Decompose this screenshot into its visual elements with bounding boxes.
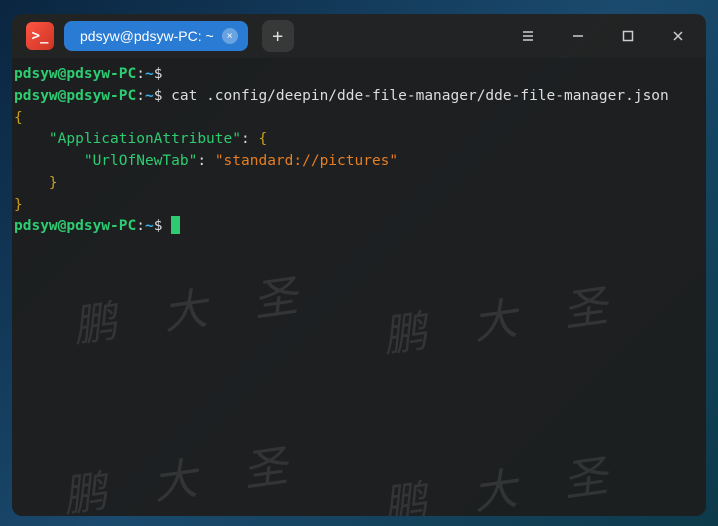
- json-brace: }: [49, 175, 58, 191]
- prompt-path: ~: [145, 88, 154, 104]
- prompt-user: pdsyw@pdsyw-PC: [14, 218, 136, 234]
- output-line: }: [12, 173, 706, 195]
- tab-active[interactable]: pdsyw@pdsyw-PC: ~ ×: [64, 21, 248, 51]
- tab-title: pdsyw@pdsyw-PC: ~: [80, 28, 214, 44]
- cursor: [171, 216, 180, 234]
- terminal-app-icon: >_: [26, 22, 54, 50]
- json-brace: {: [258, 131, 267, 147]
- close-icon: [671, 29, 685, 43]
- watermark: 鹏 大 圣: [69, 261, 320, 360]
- prompt-line: pdsyw@pdsyw-PC:~$: [12, 64, 706, 86]
- prompt-user: pdsyw@pdsyw-PC: [14, 88, 136, 104]
- minimize-button[interactable]: [558, 18, 598, 54]
- window-controls: [508, 18, 698, 54]
- output-line: }: [12, 195, 706, 217]
- titlebar: >_ pdsyw@pdsyw-PC: ~ × +: [12, 14, 706, 58]
- prompt-line: pdsyw@pdsyw-PC:~$ cat .config/deepin/dde…: [12, 86, 706, 108]
- json-key: "UrlOfNewTab": [84, 153, 198, 169]
- prompt-sep: :: [136, 66, 145, 82]
- prompt-line: pdsyw@pdsyw-PC:~$: [12, 216, 706, 238]
- new-tab-button[interactable]: +: [262, 20, 294, 52]
- output-line: "UrlOfNewTab": "standard://pictures": [12, 151, 706, 173]
- output-line: "ApplicationAttribute": {: [12, 129, 706, 151]
- prompt-path: ~: [145, 66, 154, 82]
- tab-close-icon[interactable]: ×: [222, 28, 238, 44]
- close-button[interactable]: [658, 18, 698, 54]
- hamburger-icon: [521, 29, 535, 43]
- prompt-symbol: $: [154, 66, 163, 82]
- watermark: 鹏 大 圣: [379, 271, 630, 370]
- json-brace: {: [14, 110, 23, 126]
- maximize-button[interactable]: [608, 18, 648, 54]
- terminal-body[interactable]: 鹏 大 圣 鹏 大 圣 鹏 大 圣 鹏 大 圣 pdsyw@pdsyw-PC:~…: [12, 58, 706, 516]
- json-brace: }: [14, 197, 23, 213]
- prompt-sep: :: [136, 88, 145, 104]
- terminal-window: >_ pdsyw@pdsyw-PC: ~ × + 鹏 大 圣 鹏 大 圣 鹏 大…: [12, 14, 706, 516]
- watermark: 鹏 大 圣: [379, 441, 630, 516]
- minimize-icon: [571, 29, 585, 43]
- menu-button[interactable]: [508, 18, 548, 54]
- maximize-icon: [621, 29, 635, 43]
- watermark: 鹏 大 圣: [59, 431, 310, 516]
- command-arg: .config/deepin/dde-file-manager/dde-file…: [206, 88, 669, 104]
- output-line: {: [12, 108, 706, 130]
- json-key: "ApplicationAttribute": [49, 131, 241, 147]
- json-string: "standard://pictures": [215, 153, 398, 169]
- prompt-user: pdsyw@pdsyw-PC: [14, 66, 136, 82]
- command-name: cat: [171, 88, 206, 104]
- prompt-path: ~: [145, 218, 154, 234]
- prompt-sep: :: [136, 218, 145, 234]
